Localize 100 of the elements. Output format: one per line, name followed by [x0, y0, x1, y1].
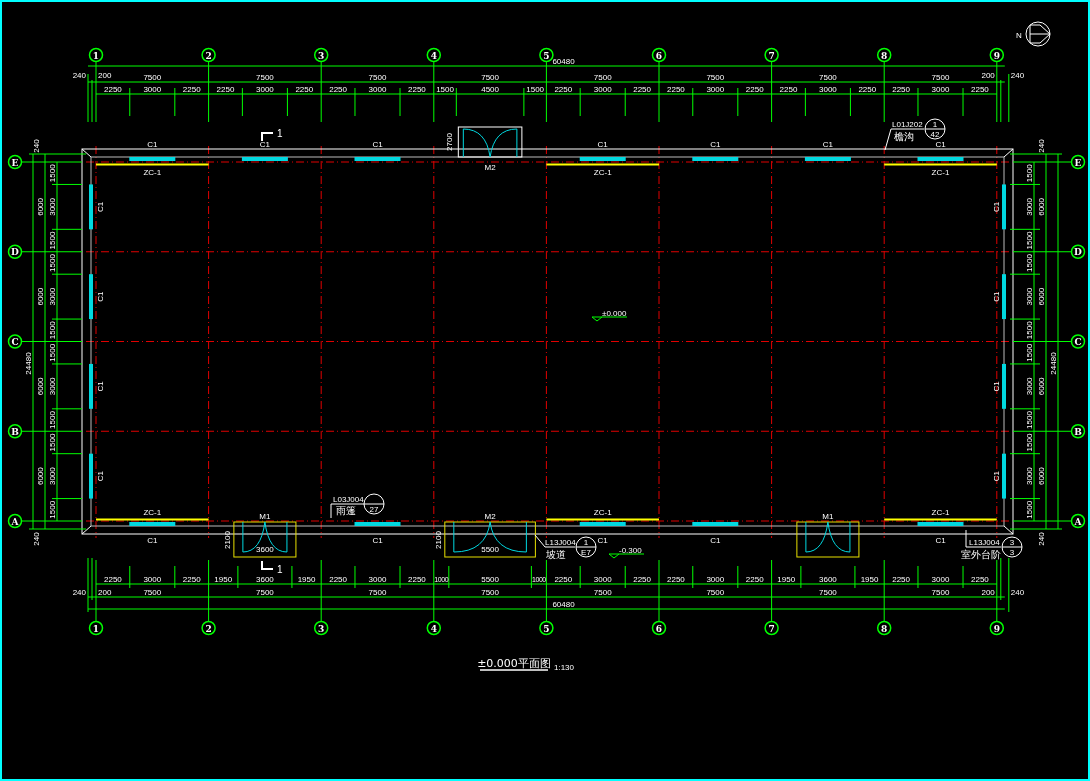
- dimension-label: 2250: [104, 575, 122, 584]
- dimension-label: 7500: [706, 588, 725, 597]
- window-label: C1: [96, 291, 105, 302]
- axis-marker: 2: [201, 620, 216, 636]
- dimension-label: 3000: [48, 198, 57, 216]
- dimension-label: 7500: [481, 588, 499, 597]
- dimension-label: 2250: [892, 85, 910, 94]
- door-label: M1: [822, 512, 834, 521]
- dimension-label: 7500: [593, 588, 612, 597]
- dimension-label: 240: [1010, 71, 1025, 80]
- dimension-label: 1500: [1025, 411, 1034, 429]
- section-mark-icon: [261, 132, 274, 142]
- dimension-label: 2250: [329, 575, 347, 584]
- dimension-label: 3000: [368, 575, 387, 584]
- window-mark: [89, 453, 93, 499]
- dimension-label: 6000: [36, 467, 45, 485]
- dimension-label: 1500: [48, 343, 57, 362]
- dimension-label: 2250: [408, 85, 426, 94]
- window-mark: [89, 274, 93, 320]
- dimension-label: 1500: [1025, 254, 1034, 272]
- window-label: C1: [147, 536, 158, 545]
- dimension-label: 240: [72, 71, 86, 80]
- dimension-label: 3000: [931, 575, 950, 584]
- axis-marker: 3: [313, 620, 329, 636]
- dimension-label: 3000: [48, 467, 57, 485]
- axis-marker: 3: [313, 47, 329, 63]
- dimension-label: 3000: [48, 287, 57, 306]
- brace-label: ZC-1: [143, 508, 162, 517]
- window-label: C1: [372, 536, 383, 545]
- brace-label: ZC-1: [931, 168, 950, 177]
- window-mark: [89, 363, 93, 409]
- dimension-label: 2250: [745, 85, 764, 94]
- dimension-label: 1950: [777, 575, 796, 584]
- dimension-label: 7500: [256, 588, 274, 597]
- dimension-label: 7500: [931, 588, 950, 597]
- dimension-label: 7500: [819, 588, 837, 597]
- dimension-label: 2250: [971, 85, 989, 94]
- dimension-label: 1500: [1025, 343, 1034, 362]
- dimension-label: 1500: [1025, 433, 1034, 452]
- axis-marker: 1: [88, 47, 104, 63]
- dimension-label: 2250: [667, 85, 685, 94]
- dimension-label: 3000: [593, 85, 612, 94]
- dimension-label: 3000: [1025, 198, 1034, 216]
- callout-code: L13J004: [545, 538, 576, 547]
- axis-marker: E: [1070, 154, 1086, 170]
- dimension-label: 1950: [297, 575, 316, 584]
- axis-marker: 5: [539, 47, 554, 63]
- axis-marker: 5: [539, 620, 554, 636]
- dimension-label: 3000: [368, 85, 387, 94]
- window-mark: [1002, 274, 1006, 320]
- door-label: M2: [484, 163, 496, 172]
- elevation-label: -0.300: [619, 545, 642, 555]
- dimension-label: 1500: [48, 500, 57, 519]
- dimension-label: 3000: [706, 85, 725, 94]
- dimension-label: 7500: [481, 73, 499, 82]
- dimension-label: 3000: [706, 575, 725, 584]
- axis-marker: D: [7, 244, 23, 259]
- axis-marker: 6: [651, 620, 667, 636]
- dimension-label: 3600: [819, 575, 837, 584]
- scale-label: 1:130: [554, 663, 575, 672]
- axis-marker: 8: [876, 47, 892, 63]
- door-drawing: [233, 521, 297, 558]
- window-mark: [354, 522, 401, 526]
- dimension-label: 240: [32, 532, 41, 546]
- dimension-label: 3000: [1025, 377, 1034, 396]
- window-label: C1: [96, 201, 105, 212]
- window-label: C1: [992, 381, 1001, 392]
- axis-marker: 9: [989, 620, 1005, 636]
- axis-marker: 1: [88, 620, 104, 636]
- dimension-label: 1500: [48, 433, 57, 452]
- dimension-label: 3000: [1025, 467, 1034, 485]
- dimension-label: 1950: [214, 575, 233, 584]
- axis-marker: 2: [201, 47, 216, 63]
- dimension-label: 2250: [745, 575, 764, 584]
- dimension-label: 3000: [931, 85, 950, 94]
- dimension-label: 200: [98, 588, 112, 597]
- window-label: C1: [935, 140, 946, 149]
- dimension-label: 5500: [481, 575, 499, 584]
- window-label: C1: [96, 381, 105, 392]
- brace-label: ZC-1: [593, 508, 612, 517]
- dimension-label: 2700: [445, 133, 455, 151]
- dimension-label: 6000: [36, 377, 45, 396]
- dimension-label: 1500: [48, 321, 57, 340]
- axis-marker: E: [7, 154, 23, 170]
- dimension-label: 1500: [526, 85, 545, 94]
- dimension-label: 7500: [706, 73, 725, 82]
- axis-marker: A: [7, 513, 23, 529]
- detail-bubble: 1 42: [924, 118, 946, 140]
- dimension-label: 2250: [295, 85, 314, 94]
- leader-line: [965, 529, 1002, 548]
- dimension-label: 1500: [1025, 164, 1034, 183]
- dimension-label: 3000: [48, 377, 57, 396]
- dimension-label: 3000: [1025, 287, 1034, 306]
- window-label: C1: [992, 471, 1001, 482]
- axis-marker: 9: [989, 47, 1005, 63]
- dimension-label: 2100: [222, 531, 232, 549]
- window-mark: [241, 157, 288, 161]
- window-label: C1: [597, 536, 608, 545]
- brace-label: ZC-1: [143, 168, 162, 177]
- dimension-label: 2250: [554, 575, 573, 584]
